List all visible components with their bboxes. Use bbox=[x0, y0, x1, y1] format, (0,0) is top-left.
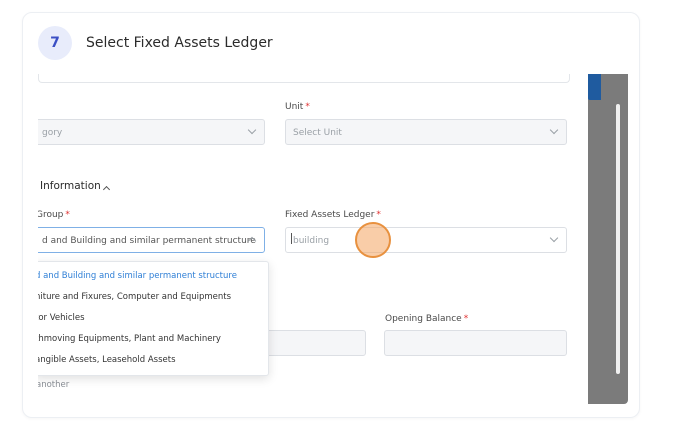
hidden-field-edge[interactable] bbox=[266, 330, 366, 356]
required-mark: * bbox=[305, 102, 310, 112]
chevron-up-icon[interactable] bbox=[102, 185, 111, 194]
opening-balance-input[interactable] bbox=[384, 330, 567, 356]
chevron-down-icon bbox=[247, 125, 257, 135]
required-mark: * bbox=[463, 314, 469, 324]
required-mark: * bbox=[65, 210, 70, 220]
text-caret bbox=[291, 233, 292, 244]
dropdown-option[interactable]: thmoving Equipments, Plant and Machinery bbox=[38, 334, 221, 344]
add-another-link[interactable]: another bbox=[38, 380, 69, 390]
chevron-down-icon bbox=[549, 125, 559, 135]
chevron-down-icon bbox=[549, 233, 559, 243]
ledger-label-text: Fixed Assets Ledger bbox=[285, 210, 375, 220]
dropdown-option[interactable]: angible Assets, Leasehold Assets bbox=[38, 355, 176, 365]
group-dropdown-menu: d and Building and similar permanent str… bbox=[38, 261, 269, 376]
section-title: Information bbox=[40, 180, 101, 192]
ledger-select[interactable]: building bbox=[285, 227, 567, 253]
opening-balance-label: Opening Balance * bbox=[385, 314, 468, 324]
opening-balance-label-text: Opening Balance bbox=[385, 314, 462, 324]
screenshot-region: Unit * gory Select Unit Information Group… bbox=[38, 74, 628, 404]
dropdown-option[interactable]: d and Building and similar permanent str… bbox=[38, 271, 237, 281]
unit-select[interactable]: Select Unit bbox=[285, 119, 567, 145]
group-label-text: Group bbox=[38, 210, 64, 220]
unit-placeholder: Select Unit bbox=[293, 128, 342, 138]
dropdown-option[interactable]: niture and Fixures, Computer and Equipme… bbox=[38, 292, 231, 302]
unit-label-text: Unit bbox=[285, 102, 304, 112]
group-label: Group * bbox=[38, 210, 70, 220]
side-overlay-panel bbox=[588, 74, 628, 404]
step-title: Select Fixed Assets Ledger bbox=[86, 35, 273, 51]
scrollbar[interactable] bbox=[616, 104, 620, 374]
category-value: gory bbox=[42, 128, 63, 138]
required-mark: * bbox=[376, 210, 381, 220]
dropdown-option[interactable]: tor Vehicles bbox=[38, 313, 85, 323]
category-select[interactable]: gory bbox=[38, 119, 265, 145]
click-indicator bbox=[355, 222, 391, 258]
unit-label: Unit * bbox=[285, 102, 310, 112]
group-value: d and Building and similar permanent str… bbox=[42, 236, 256, 246]
blue-tab bbox=[588, 74, 601, 100]
top-field-edge bbox=[38, 74, 570, 83]
group-select[interactable]: d and Building and similar permanent str… bbox=[38, 227, 265, 253]
ledger-label: Fixed Assets Ledger * bbox=[285, 210, 381, 220]
ledger-input-value[interactable]: building bbox=[293, 236, 329, 246]
step-number-badge: 7 bbox=[38, 26, 72, 60]
